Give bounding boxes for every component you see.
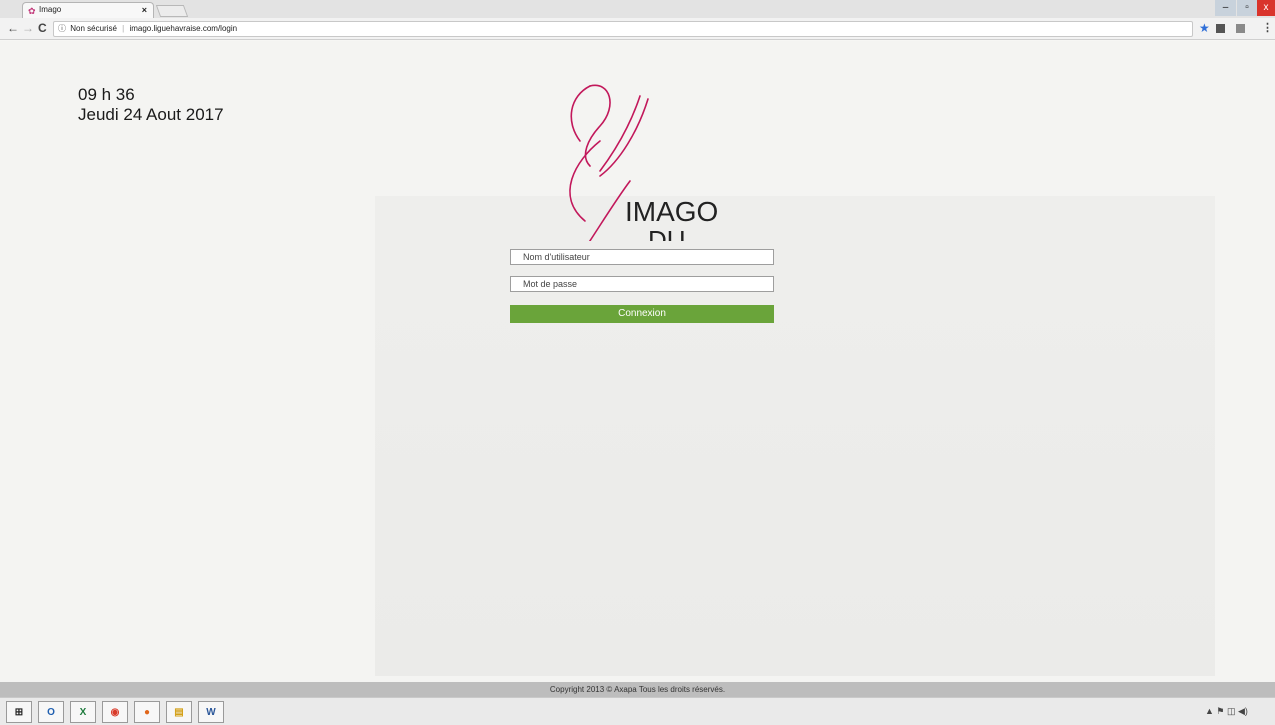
taskbar: ⊞ O X ◉ ● ▤ W ▲ ⚑ ◫ ◀) [0,697,1275,725]
tab-close-icon[interactable]: × [142,3,147,17]
password-input[interactable] [510,276,774,292]
url-text: imago.liguehavraise.com/login [129,24,238,33]
page-footer: Copyright 2013 © Axapa Tous les droits r… [0,682,1275,697]
imago-du-logo: IMAGO DU [569,84,718,241]
security-label: Non sécurisé [70,24,117,33]
firefox-icon[interactable]: ● [134,701,160,723]
minimize-button[interactable]: – [1215,0,1236,16]
tab-title: Imago [39,5,62,14]
username-input[interactable] [510,249,774,265]
bookmark-star-icon[interactable]: ★ [1199,21,1210,35]
address-bar[interactable]: ⓘ Non sécurisé | imago.liguehavraise.com… [53,21,1193,37]
chrome-icon[interactable]: ◉ [102,701,128,723]
logo-line2: DU [648,225,686,241]
clock: 09 h 36 Jeudi 24 Aout 2017 [78,85,224,125]
reload-button[interactable]: C [38,21,47,35]
imago-favicon-icon: ✿ [28,6,36,16]
logo-line1: IMAGO [625,196,718,227]
background-panel [375,196,1215,676]
copyright-text: Copyright 2013 © Axapa Tous les droits r… [549,685,726,694]
outlook-icon[interactable]: O [38,701,64,723]
browser-tab[interactable]: ✿ Imago × [22,2,154,18]
clock-date: Jeudi 24 Aout 2017 [78,105,224,124]
maximize-button[interactable]: ▫ [1237,0,1257,16]
forward-button[interactable]: → [22,21,34,35]
extension-icon[interactable] [1216,24,1225,33]
system-tray[interactable]: ▲ ⚑ ◫ ◀) [1205,706,1248,717]
excel-icon[interactable]: X [70,701,96,723]
windows-icon[interactable]: ⊞ [6,701,32,723]
clock-time: 09 h 36 [78,85,135,104]
browser-menu-icon[interactable]: ⋮ [1262,21,1273,34]
file-explorer-icon[interactable]: ▤ [166,701,192,723]
word-icon[interactable]: W [198,701,224,723]
login-button[interactable]: Connexion [510,305,774,323]
info-icon[interactable]: ⓘ [58,24,66,33]
extension-icon-2[interactable] [1236,24,1245,33]
close-window-button[interactable]: x [1257,0,1275,16]
login-page: 09 h 36 Jeudi 24 Aout 2017 IMAGO DU Conn… [0,41,1275,682]
back-button[interactable]: ← [7,21,19,35]
address-separator: | [122,24,125,33]
tab-strip: ✿ Imago × – ▫ x [0,0,1275,18]
new-tab-button[interactable] [155,5,189,17]
browser-toolbar: ← → C ⓘ Non sécurisé | imago.liguehavrai… [0,18,1275,40]
